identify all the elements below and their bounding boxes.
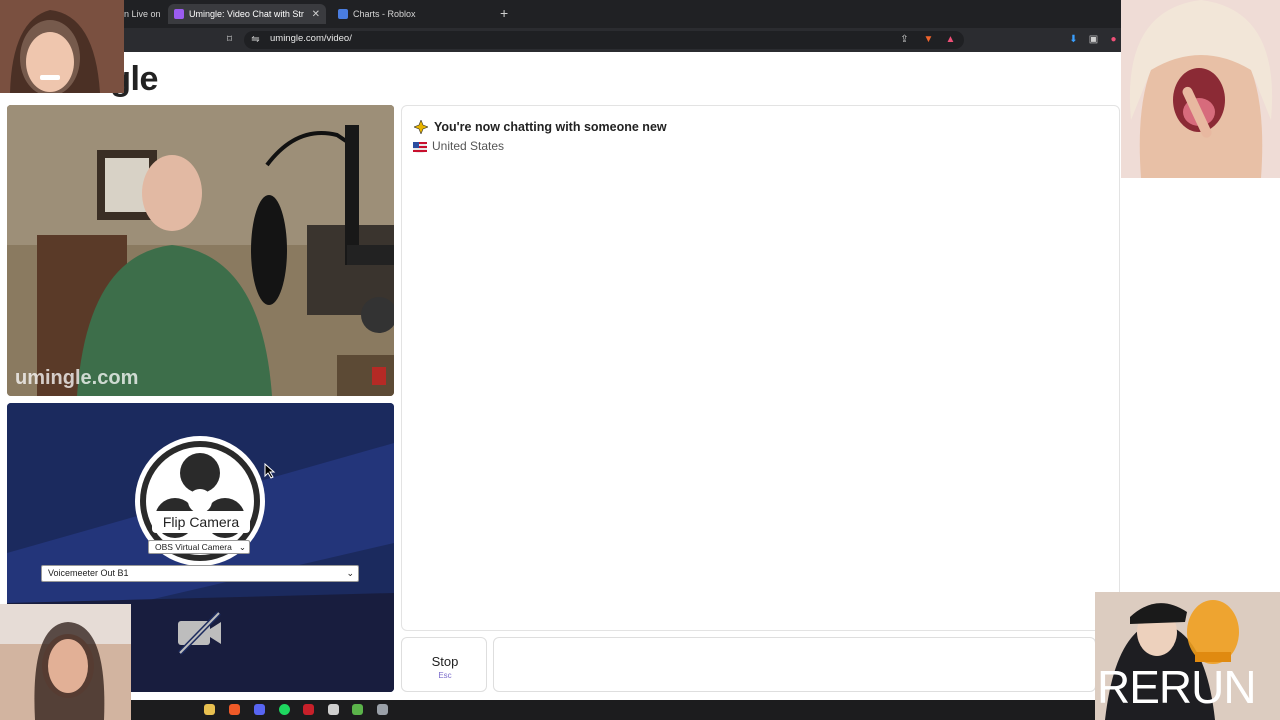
- stop-button-label: Stop: [431, 654, 459, 669]
- umingle-watermark: umingle.com: [15, 367, 139, 389]
- chat-log-panel: [401, 105, 1120, 631]
- stop-button[interactable]: Stop Esc: [401, 637, 487, 692]
- browser-tab-bar: n Live on Umingle: Video Chat with Str ✕…: [0, 0, 1280, 28]
- sparkle-icon: [413, 119, 429, 135]
- share-icon[interactable]: ⇪: [899, 34, 910, 45]
- brave-rewards-icon[interactable]: ▲: [945, 34, 956, 45]
- microphone-select-value: Voicemeeter Out B1: [48, 568, 129, 578]
- camera-select[interactable]: OBS Virtual Camera ⌄: [148, 540, 250, 554]
- file-explorer-icon[interactable]: [204, 704, 215, 715]
- discord-icon[interactable]: [254, 704, 265, 715]
- tab-label: Charts - Roblox: [353, 9, 416, 19]
- webcam-overlay-top-left: [0, 0, 124, 93]
- chevron-down-icon: ⌄: [238, 542, 246, 552]
- game-icon[interactable]: [352, 704, 363, 715]
- wallet-icon[interactable]: ●: [1108, 34, 1119, 45]
- tab-umingle[interactable]: Umingle: Video Chat with Str ✕: [168, 4, 326, 24]
- new-tab-icon[interactable]: +: [500, 5, 508, 21]
- address-bar[interactable]: [244, 31, 964, 49]
- brave-browser-icon[interactable]: [229, 704, 240, 715]
- stranger-video-frame: [7, 105, 394, 396]
- tab-label: n Live on: [124, 9, 161, 19]
- app-icon[interactable]: [303, 704, 314, 715]
- extension-icon[interactable]: ▣: [1088, 34, 1099, 45]
- chat-status-text: You're now chatting with someone new: [434, 120, 667, 134]
- webcam-overlay-top-right: [1121, 0, 1280, 178]
- download-icon[interactable]: ⬇: [1068, 34, 1079, 45]
- os-taskbar: [131, 700, 1095, 720]
- camera-off-icon[interactable]: [175, 609, 225, 657]
- umingle-favicon-icon: [174, 9, 184, 19]
- webcam-overlay-bottom-left: [0, 604, 131, 720]
- spotify-icon[interactable]: [279, 704, 290, 715]
- tab-live[interactable]: n Live on: [124, 4, 164, 24]
- flip-camera-button[interactable]: Flip Camera: [152, 511, 250, 533]
- roblox-favicon-icon: [338, 9, 348, 19]
- site-info-icon[interactable]: ⇋: [250, 34, 261, 45]
- bookmark-icon[interactable]: ⌑: [224, 34, 235, 45]
- us-flag-icon: [413, 140, 427, 153]
- tab-label: Umingle: Video Chat with Str: [189, 9, 304, 19]
- brave-shield-icon[interactable]: ▼: [923, 34, 934, 45]
- stop-shortcut-hint: Esc: [438, 671, 452, 680]
- mouse-cursor-icon: [264, 463, 276, 479]
- microphone-select[interactable]: Voicemeeter Out B1 ⌄: [41, 565, 359, 582]
- stranger-country: United States: [432, 139, 505, 153]
- close-tab-icon[interactable]: ✕: [312, 9, 320, 20]
- message-input[interactable]: [493, 637, 1096, 692]
- terminal-icon[interactable]: [377, 704, 388, 715]
- url-text[interactable]: umingle.com/video/: [270, 33, 352, 44]
- rerun-label: RERUN: [1097, 661, 1257, 713]
- tab-roblox[interactable]: Charts - Roblox: [332, 4, 492, 24]
- webcam-overlay-bottom-right: RERUN: [1095, 592, 1280, 720]
- stranger-video: umingle.com: [7, 105, 394, 396]
- camera-select-value: OBS Virtual Camera: [155, 542, 232, 552]
- chevron-down-icon: ⌄: [346, 568, 354, 578]
- notepad-icon[interactable]: [328, 704, 339, 715]
